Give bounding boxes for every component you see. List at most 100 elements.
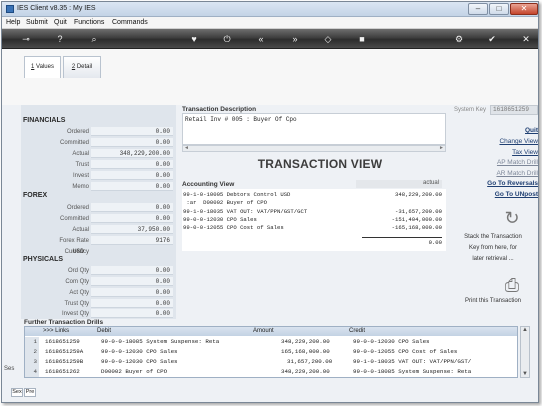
col-amount: Amount — [253, 328, 274, 334]
accounting-line-amount: 348,229,200.00 — [395, 191, 442, 198]
stack-text-1: Stack the Transaction — [464, 234, 522, 240]
scroll-down-icon[interactable]: ▼ — [521, 371, 529, 377]
actual-column-header: actual — [356, 180, 442, 188]
bottom-tab-sex[interactable]: Sex — [11, 388, 23, 397]
quit-link[interactable]: Quit — [525, 127, 538, 134]
key-icon[interactable]: ⊸ — [16, 33, 36, 45]
power-icon[interactable]: ⏻ — [221, 33, 233, 45]
printer-icon[interactable]: ⎙ — [502, 275, 522, 295]
menu-quit[interactable]: Quit — [54, 19, 67, 26]
close-window-button[interactable]: ✕ — [510, 3, 538, 15]
bottom-tab-pre[interactable]: Pre — [24, 388, 36, 397]
row-amount: 31,657,200.00 — [287, 358, 333, 365]
fx-actual-label: Actual — [72, 227, 89, 233]
row-amount: 348,229,200.00 — [281, 368, 330, 375]
fin-ordered-label: Ordered — [66, 129, 89, 135]
fx-rate-value: 9176 — [91, 236, 173, 245]
row-number: 4 — [25, 367, 39, 377]
total-rule — [362, 237, 442, 238]
fin-invest-label: Invest — [72, 173, 89, 179]
drills-table: >>> Links Debit Amount Credit 1 16186512… — [24, 326, 518, 378]
title-bar: IES Client v8.35 : My IES – □ ✕ — [2, 2, 538, 17]
change-view-link[interactable]: Change View — [499, 138, 538, 145]
fin-trust-value: 0.00 — [91, 160, 173, 169]
menu-submit[interactable]: Submit — [26, 19, 48, 26]
actions-panel: System Key 1618651259 Quit Change View T… — [448, 105, 538, 319]
fx-committed-value: 0.00 — [91, 214, 173, 223]
phy-investqty-label: Invest Qty — [61, 311, 89, 317]
app-icon — [6, 5, 14, 13]
rewind-icon[interactable]: « — [255, 33, 267, 45]
drills-scrollbar[interactable]: ▲ ▼ — [520, 326, 530, 378]
row-link[interactable]: 1618651259 — [45, 337, 80, 347]
tax-view-link[interactable]: Tax View — [512, 149, 538, 156]
system-key-value: 1618651259 — [490, 105, 538, 115]
row-link[interactable]: 1618651259B — [45, 357, 83, 367]
menu-functions[interactable]: Functions — [74, 19, 104, 26]
phy-comqty-label: Com Qty — [65, 279, 89, 285]
stop-icon[interactable]: ◇ — [322, 33, 334, 45]
description-scrollbar[interactable] — [182, 145, 446, 152]
fin-actual-value: 348,229,200.00 — [91, 149, 173, 158]
row-link[interactable]: 1618651259A — [45, 347, 83, 357]
financials-heading: FINANCIALS — [23, 117, 66, 124]
row-link[interactable]: 1618651262 — [45, 367, 80, 377]
go-to-reversals-link[interactable]: Go To Reversals — [487, 180, 538, 187]
tab-detail-number: 2 — [71, 64, 76, 70]
table-row[interactable]: 2 1618651259A 99-0-0-12030 CPO Sales 165… — [25, 347, 517, 357]
window-title: IES Client v8.35 : My IES — [17, 5, 96, 12]
app-window: IES Client v8.35 : My IES – □ ✕ Help Sub… — [1, 1, 539, 403]
print-text[interactable]: Print this Transaction — [448, 296, 538, 306]
phy-trustqty-label: Trust Qty — [64, 301, 89, 307]
scroll-up-icon[interactable]: ▲ — [521, 327, 529, 333]
accounting-line-amount: -165,168,000.00 — [391, 224, 442, 231]
heart-icon[interactable]: ♥ — [188, 33, 200, 45]
row-number: 2 — [25, 347, 39, 357]
close-icon[interactable]: ✕ — [520, 33, 532, 45]
ap-match-drill-link[interactable]: AP Match Drill — [497, 159, 538, 166]
row-number: 1 — [25, 337, 39, 347]
stack-text-3: later retrieval ... — [472, 256, 514, 262]
phy-actqty-label: Act Qty — [69, 290, 89, 296]
col-credit: Credit — [349, 328, 366, 334]
go-to-unpost-link[interactable]: Go To UNpost — [495, 191, 538, 198]
fast-forward-icon[interactable]: » — [289, 33, 301, 45]
accounting-total: 0.00 — [428, 239, 442, 246]
row-debit: 99-0-0-18085 System Suspense: Reta — [101, 338, 220, 345]
fx-committed-label: Committed — [59, 216, 89, 222]
row-debit: 99-0-0-12030 CPO Sales — [101, 348, 178, 355]
menu-help[interactable]: Help — [6, 19, 20, 26]
check-icon[interactable]: ✔ — [486, 33, 498, 45]
fx-ordered-value: 0.00 — [91, 203, 173, 212]
row-amount: 165,168,000.00 — [281, 348, 330, 355]
accounting-line-text: 99-1-0-18035 VAT OUT: VAT/PPN/GST/GCT — [183, 208, 308, 215]
maximize-button[interactable]: □ — [489, 3, 509, 15]
table-row[interactable]: 1 1618651259 99-0-0-18085 System Suspens… — [25, 337, 517, 347]
minimize-button[interactable]: – — [468, 3, 488, 15]
row-credit: 99-0-0-12055 CPO Cost of Sales — [353, 348, 458, 355]
search-icon[interactable]: ⌕ — [88, 33, 100, 45]
menu-bar: Help Submit Quit Functions Commands — [2, 17, 538, 29]
table-row[interactable]: 4 1618651262 D00002 Buyer of CPO 348,229… — [25, 367, 517, 377]
transaction-view-title: TRANSACTION VIEW — [257, 157, 383, 171]
tab-detail[interactable]: 2 Detail — [63, 56, 101, 78]
description-label: Transaction Description — [182, 106, 257, 113]
help-icon[interactable]: ? — [54, 33, 66, 45]
fin-memo-value: 0.00 — [91, 182, 173, 191]
ar-match-drill-link[interactable]: AR Match Drill — [496, 170, 538, 177]
stop-square-icon[interactable]: ■ — [356, 33, 368, 45]
accounting-line-text: 99-0-0-12030 CPO Sales — [183, 216, 257, 223]
stack-refresh-icon[interactable]: ↻ — [502, 208, 522, 228]
accounting-line-text: :ar D00002 Buyer of CPO — [183, 199, 267, 206]
fin-ordered-value: 0.00 — [91, 127, 173, 136]
phy-trustqty-value: 0.00 — [91, 299, 173, 308]
fin-invest-value: 0.00 — [91, 171, 173, 180]
row-credit: 99-0-0-12030 CPO Sales — [353, 338, 430, 345]
table-row[interactable]: 3 1618651259B 99-0-0-12030 CPO Sales 31,… — [25, 357, 517, 367]
row-number: 3 — [25, 357, 39, 367]
tab-values[interactable]: 1 Values — [24, 56, 61, 78]
bottom-bar: Sex Pre — [2, 380, 538, 402]
settings-icon[interactable]: ⚙ — [453, 33, 465, 45]
row-debit: 99-0-0-12030 CPO Sales — [101, 358, 178, 365]
menu-commands[interactable]: Commands — [112, 19, 148, 26]
